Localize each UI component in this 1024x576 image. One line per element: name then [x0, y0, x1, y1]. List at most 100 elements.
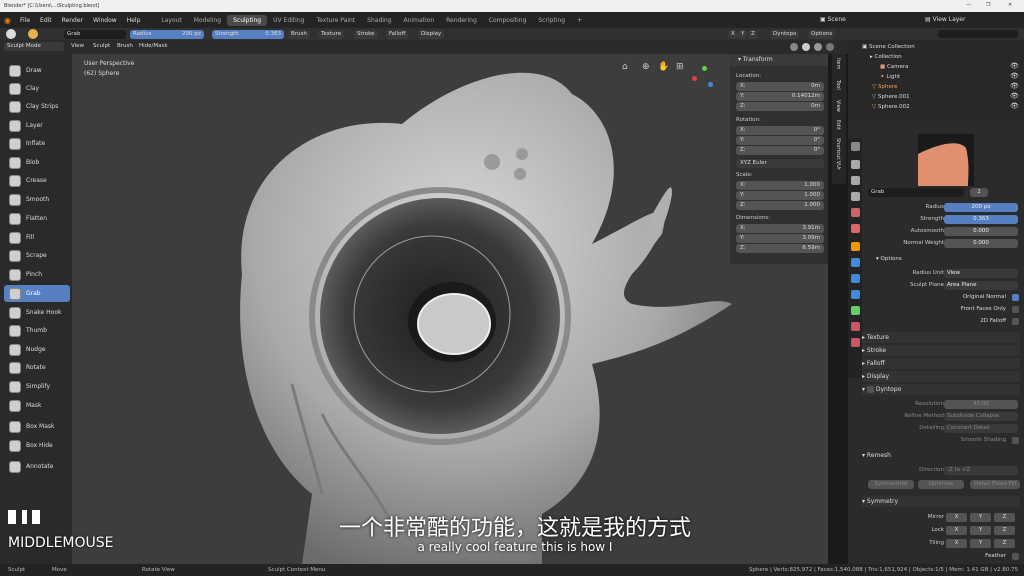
scale-x-field[interactable]: X: 1.000	[736, 181, 824, 190]
tab-view[interactable]: View	[835, 100, 841, 112]
brush-preview-icon[interactable]	[28, 29, 38, 39]
minimize-button[interactable]: —	[966, 2, 971, 8]
scale-y-field[interactable]: Y: 1.000	[736, 191, 824, 200]
tab-modeling[interactable]: Modeling	[188, 15, 227, 26]
brush-icon[interactable]	[6, 29, 16, 39]
lock-z-button[interactable]: Z	[994, 526, 1015, 535]
world-properties-icon[interactable]	[851, 224, 860, 233]
brush-menu[interactable]: Brush	[288, 30, 310, 39]
sculpt-mesh-render[interactable]	[72, 54, 828, 564]
tab-layout[interactable]: Layout	[155, 15, 187, 26]
location-z-field[interactable]: Z: 0m	[736, 102, 824, 111]
visibility-eye-icon[interactable]: 👁	[1010, 62, 1019, 70]
output-properties-icon[interactable]	[851, 176, 860, 185]
detailing-select[interactable]: Constant Detail	[944, 424, 1018, 433]
sculpt-plane-select[interactable]: Area Plane	[944, 281, 1018, 290]
brush-datablock-name[interactable]: Grab	[868, 188, 964, 197]
render-properties-icon[interactable]	[851, 160, 860, 169]
symmetry-z-toggle[interactable]: Z	[748, 30, 758, 39]
tool-draw[interactable]: Draw	[4, 62, 70, 79]
tool-blob[interactable]: Blob	[4, 154, 70, 171]
shading-material-icon[interactable]	[814, 43, 822, 51]
location-y-field[interactable]: Y: 0.14012m	[736, 92, 824, 101]
symmetry-section[interactable]: ▾ Symmetry	[862, 496, 1020, 507]
texture-properties-icon[interactable]	[851, 338, 860, 347]
menu-file[interactable]: File	[15, 17, 35, 24]
dimension-z-field[interactable]: Z: 6.59m	[736, 244, 824, 253]
axis-y-icon[interactable]	[702, 66, 707, 71]
tool-properties-icon[interactable]	[851, 142, 860, 151]
tool-simplify[interactable]: Simplify	[4, 378, 70, 395]
tab-scripting[interactable]: Scripting	[532, 15, 571, 26]
normal-weight-field[interactable]: 0.000	[944, 239, 1018, 248]
outliner-search-input[interactable]	[938, 30, 1018, 38]
tab-rendering[interactable]: Rendering	[440, 15, 483, 26]
tab-uv-editing[interactable]: UV Editing	[267, 15, 310, 26]
autosmooth-field[interactable]: 0.000	[944, 227, 1018, 236]
location-x-field[interactable]: X: 0m	[736, 82, 824, 91]
tool-rotate[interactable]: Rotate	[4, 359, 70, 376]
falloff-2d-checkbox[interactable]	[1012, 318, 1019, 325]
detail-flood-fill-button[interactable]: Detail Flood Fill	[970, 480, 1020, 489]
outliner-sphere[interactable]: ▽ Sphere	[872, 82, 897, 92]
tool-annotate[interactable]: Annotate	[4, 458, 70, 475]
view-layer-selector[interactable]: ▤ View Layer	[925, 16, 965, 23]
tab-item[interactable]: Item	[835, 58, 841, 69]
feather-checkbox[interactable]	[1012, 553, 1019, 560]
strength-prop-field[interactable]: 0.363	[944, 215, 1018, 224]
tab-sculpting[interactable]: Sculpting	[227, 14, 268, 26]
outliner-collection[interactable]: ▸ Collection	[870, 52, 902, 62]
brush-submenu[interactable]: Brush	[114, 42, 136, 51]
outliner-sphere-002[interactable]: ▽ Sphere.002	[872, 102, 910, 112]
falloff-menu[interactable]: Falloff	[386, 30, 409, 39]
display-section[interactable]: ▸ Display	[862, 371, 1020, 382]
tool-flatten[interactable]: Flatten	[4, 210, 70, 227]
viewport-camera-icon[interactable]: ⌂	[622, 62, 628, 72]
resolution-field[interactable]: 45.00	[944, 400, 1018, 409]
original-normal-checkbox[interactable]	[1012, 294, 1019, 301]
mirror-x-button[interactable]: X	[946, 513, 967, 522]
rotation-x-field[interactable]: X: 0°	[736, 126, 824, 135]
stroke-section[interactable]: ▸ Stroke	[862, 345, 1020, 356]
axis-z-icon[interactable]	[708, 82, 713, 87]
tool-grab[interactable]: Grab	[4, 285, 70, 302]
rotation-y-field[interactable]: Y: 0°	[736, 136, 824, 145]
3d-viewport[interactable]: User Perspective (62) Sphere ⌂ ⊕ ✋ ⊞	[72, 54, 828, 564]
dimension-x-field[interactable]: X: 3.91m	[736, 224, 824, 233]
tool-nudge[interactable]: Nudge	[4, 341, 70, 358]
remesh-subpanel[interactable]: ▾ Remesh	[862, 450, 1020, 461]
outliner-sphere-001[interactable]: ▽ Sphere.001	[872, 92, 910, 102]
tool-box-hide[interactable]: Box Hide	[4, 437, 70, 454]
modifier-properties-icon[interactable]	[851, 258, 860, 267]
tool-crease[interactable]: Crease	[4, 172, 70, 189]
tab-shading[interactable]: Shading	[361, 15, 397, 26]
tool-clay[interactable]: Clay	[4, 80, 70, 97]
menu-render[interactable]: Render	[57, 17, 88, 24]
view-layer-properties-icon[interactable]	[851, 192, 860, 201]
tiling-z-button[interactable]: Z	[994, 539, 1015, 548]
visibility-eye-icon[interactable]: 👁	[1010, 102, 1019, 110]
rotation-mode-select[interactable]: XYZ Euler	[736, 159, 824, 168]
tool-clay-strips[interactable]: Clay Strips	[4, 98, 70, 115]
display-menu[interactable]: Display	[418, 30, 445, 39]
lock-y-button[interactable]: Y	[970, 526, 991, 535]
pan-hand-icon[interactable]: ✋	[658, 62, 669, 72]
menu-edit[interactable]: Edit	[35, 17, 57, 24]
grid-icon[interactable]: ⊞	[676, 62, 684, 72]
shading-rendered-icon[interactable]	[826, 43, 834, 51]
tab-texture-paint[interactable]: Texture Paint	[310, 15, 361, 26]
refine-method-select[interactable]: Subdivide Collapse	[944, 412, 1018, 421]
sculpt-menu[interactable]: Sculpt	[90, 42, 113, 51]
texture-section[interactable]: ▸ Texture	[862, 332, 1020, 343]
tab-compositing[interactable]: Compositing	[483, 15, 533, 26]
maximize-button[interactable]: ❐	[986, 2, 990, 8]
tool-inflate[interactable]: Inflate	[4, 135, 70, 152]
tab-edit[interactable]: Edit	[835, 120, 841, 130]
visibility-eye-icon[interactable]: 👁	[1010, 82, 1019, 90]
scene-selector[interactable]: ▣ Scene	[820, 16, 846, 23]
symmetry-y-toggle[interactable]: Y	[738, 30, 748, 39]
hide-mask-menu[interactable]: Hide/Mask	[136, 42, 171, 51]
transform-panel-header[interactable]: ▾ Transform	[730, 54, 828, 66]
texture-menu[interactable]: Texture	[318, 30, 345, 39]
dyntopo-toggle[interactable]: Dyntopo	[770, 30, 800, 39]
